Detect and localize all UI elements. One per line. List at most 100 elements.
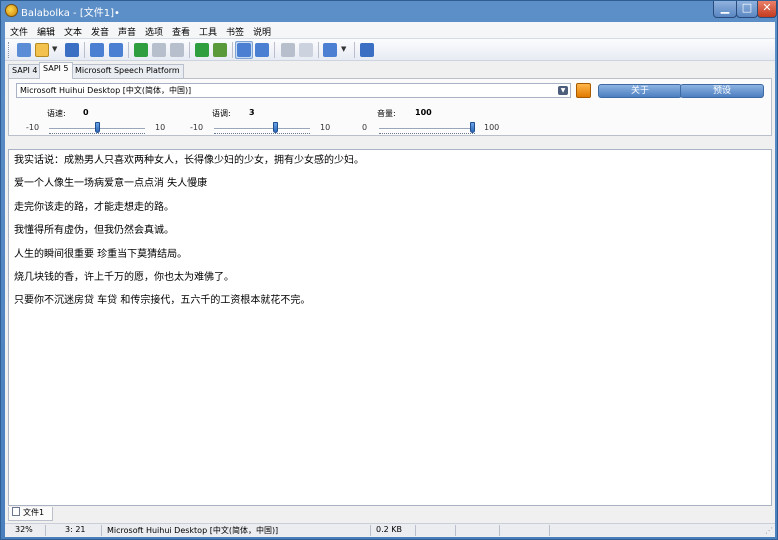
dictionary-disabled-icon[interactable]: [299, 43, 313, 57]
text-line[interactable]: 只要你不沉迷房贷 车贷 和传宗接代，五六千的工资根本就花不完。: [14, 294, 766, 317]
maximize-button[interactable]: □: [736, 1, 758, 18]
chevron-down-icon[interactable]: ▼: [558, 86, 568, 95]
status-zoom: 32%: [15, 525, 33, 534]
menu-bar: 文件 编辑 文本 发音 声音 选项 查看 工具 书签 说明: [5, 22, 775, 39]
toolbar-separator: [232, 42, 233, 58]
status-divider: [45, 525, 46, 536]
status-bar: 32% 3: 21 Microsoft Huihui Desktop [中文(简…: [5, 523, 775, 536]
toolbar-separator: [84, 42, 85, 58]
clipboard-monitor-icon[interactable]: [237, 43, 251, 57]
engine-tabs: SAPI 4 SAPI 5 Microsoft Speech Platform: [5, 62, 775, 79]
open-folder-icon[interactable]: [35, 43, 49, 57]
read-aloud-icon[interactable]: [90, 43, 104, 57]
status-size: 0.2 KB: [376, 525, 402, 534]
status-divider: [370, 525, 371, 536]
menu-pronunciation[interactable]: 发音: [91, 25, 109, 38]
window-title: Balabolka - [文件1]•: [21, 8, 120, 19]
pitch-min: -10: [190, 123, 204, 132]
status-voice: Microsoft Huihui Desktop [中文(简体，中国)]: [107, 526, 279, 535]
status-divider: [415, 525, 416, 536]
about-button[interactable]: 关于: [598, 84, 682, 98]
tab-document-1[interactable]: 文件1: [8, 507, 53, 521]
status-position: 3: 21: [65, 525, 86, 534]
menu-help[interactable]: 说明: [253, 25, 271, 38]
pitch-slider-ticks: [214, 133, 310, 135]
menu-edit[interactable]: 编辑: [37, 25, 55, 38]
tab-sapi4[interactable]: SAPI 4: [8, 64, 42, 78]
volume-min: 0: [362, 123, 368, 132]
speaker-dropdown-icon[interactable]: ▼: [341, 45, 346, 53]
menu-bookmarks[interactable]: 书签: [226, 25, 244, 38]
menu-options[interactable]: 选项: [145, 25, 163, 38]
rate-value: 0: [83, 108, 89, 117]
menu-voice[interactable]: 声音: [118, 25, 136, 38]
document-tabs: 文件1: [5, 507, 775, 521]
volume-label: 音量:: [377, 109, 396, 118]
volume-max: 100: [484, 123, 500, 132]
rate-label: 语速:: [47, 109, 66, 118]
pitch-slider-thumb[interactable]: [273, 122, 279, 133]
voice-settings-panel: Microsoft Huihui Desktop [中文(简体，中国)] ▼ 关…: [8, 78, 772, 136]
text-line[interactable]: 烧几块钱的香，许上千万的愿，你也太为难佛了。: [14, 271, 766, 294]
rate-slider-thumb[interactable]: [94, 122, 100, 133]
app-window: Balabolka - [文件1]• ▁ □ ✕ 文件 编辑 文本 发音 声音 …: [0, 0, 778, 540]
volume-slider-thumb[interactable]: [470, 122, 475, 133]
menu-text[interactable]: 文本: [64, 25, 82, 38]
pitch-max: 10: [320, 123, 331, 132]
volume-slider-ticks: [379, 133, 475, 135]
speaker-icon[interactable]: [323, 43, 337, 57]
toolbar-separator: [128, 42, 129, 58]
translate-icon[interactable]: [255, 43, 269, 57]
text-editor[interactable]: 我实话说：成熟男人只喜欢两种女人，长得像少妇的少女，拥有少女感的少妇。 爱一个人…: [8, 149, 772, 506]
text-line[interactable]: 爱一个人像生一场病爱意一点点消 失人慢康: [14, 177, 766, 200]
presets-button[interactable]: 预设: [680, 84, 764, 98]
dictionary-icon[interactable]: [281, 43, 295, 57]
document-tab-label: 文件1: [23, 508, 45, 517]
status-divider: [455, 525, 456, 536]
pitch-slider-track[interactable]: [214, 128, 310, 130]
tab-speech-platform[interactable]: Microsoft Speech Platform: [71, 64, 184, 78]
tab-sapi5[interactable]: SAPI 5: [39, 62, 73, 79]
status-divider: [549, 525, 550, 536]
pause-icon[interactable]: [152, 43, 166, 57]
status-divider: [499, 525, 500, 536]
new-file-icon[interactable]: [17, 43, 31, 57]
balabolka-app-icon[interactable]: [5, 4, 18, 17]
rate-max: 10: [155, 123, 166, 132]
close-button[interactable]: ✕: [757, 1, 777, 18]
open-dropdown-icon[interactable]: ▼: [52, 45, 57, 53]
minimize-button[interactable]: ▁: [713, 1, 737, 18]
text-line[interactable]: 人生的瞬间很重要 珍重当下莫猜结局。: [14, 248, 766, 271]
toolbar-grip[interactable]: [8, 42, 11, 58]
rate-slider-ticks: [49, 133, 145, 135]
play-icon[interactable]: [134, 43, 148, 57]
volume-slider-track[interactable]: [379, 128, 475, 130]
toolbar-separator: [274, 42, 275, 58]
menu-file[interactable]: 文件: [10, 25, 28, 38]
voice-select[interactable]: Microsoft Huihui Desktop [中文(简体，中国)] ▼: [16, 83, 571, 98]
save-icon[interactable]: [65, 43, 79, 57]
help-icon[interactable]: [360, 43, 374, 57]
text-line[interactable]: 我实话说：成熟男人只喜欢两种女人，长得像少妇的少女，拥有少女感的少妇。: [14, 154, 766, 177]
toolbar-separator: [318, 42, 319, 58]
toolbar: ▼ ▼: [5, 39, 775, 61]
resize-grip-icon[interactable]: ⋰: [765, 526, 773, 535]
menu-tools[interactable]: 工具: [199, 25, 217, 38]
toolbar-separator: [354, 42, 355, 58]
text-line[interactable]: 我懂得所有虚伪，但我仍然会真诚。: [14, 224, 766, 247]
stop-icon[interactable]: [170, 43, 184, 57]
document-icon: [12, 507, 20, 516]
export-icon[interactable]: [213, 43, 227, 57]
voice-options-button[interactable]: [576, 83, 591, 98]
save-audio-icon[interactable]: [109, 43, 123, 57]
pitch-label: 语调:: [212, 109, 231, 118]
convert-icon[interactable]: [195, 43, 209, 57]
toolbar-separator: [189, 42, 190, 58]
rate-min: -10: [26, 123, 40, 132]
pitch-value: 3: [249, 108, 255, 117]
menu-view[interactable]: 查看: [172, 25, 190, 38]
title-bar[interactable]: Balabolka - [文件1]• ▁ □ ✕: [1, 1, 777, 21]
text-line[interactable]: 走完你该走的路，才能走想走的路。: [14, 201, 766, 224]
status-divider: [101, 525, 102, 536]
client-area: 文件 编辑 文本 发音 声音 选项 查看 工具 书签 说明 ▼ ▼ SAPI 4…: [5, 22, 775, 537]
